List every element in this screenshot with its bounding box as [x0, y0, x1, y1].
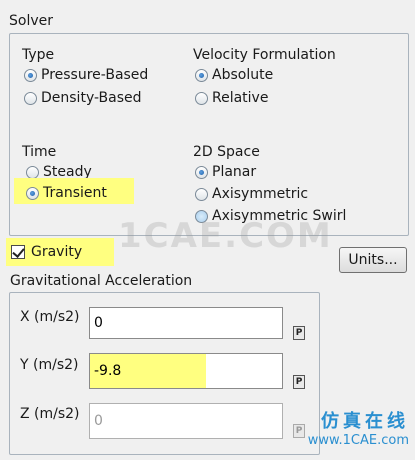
radio-selected-icon	[195, 165, 208, 179]
radio-unselected-icon	[26, 165, 39, 179]
radio-label: Axisymmetric	[212, 186, 309, 202]
radio-unselected-icon	[195, 187, 208, 201]
x-input[interactable]	[89, 307, 283, 339]
radio-pressure-based[interactable]: Pressure-Based	[24, 66, 148, 84]
units-button[interactable]: Units...	[339, 247, 407, 273]
gravitational-acceleration-title: Gravitational Acceleration	[10, 273, 193, 289]
y-parameter-button[interactable]: P	[293, 375, 305, 389]
radio-transient[interactable]: Transient	[26, 184, 107, 202]
radio-label: Pressure-Based	[41, 67, 149, 83]
type-label: Type	[22, 47, 55, 63]
z-input	[89, 403, 283, 439]
radio-unselected-icon	[195, 91, 208, 105]
radio-label: Density-Based	[41, 90, 142, 106]
radio-label: Planar	[212, 164, 257, 180]
radio-axisymmetric[interactable]: Axisymmetric	[195, 185, 308, 203]
solver-title: Solver	[9, 13, 53, 29]
z-label: Z (m/s2)	[20, 406, 80, 422]
y-input[interactable]	[89, 353, 283, 389]
z-parameter-button: P	[293, 424, 305, 438]
x-label: X (m/s2)	[20, 309, 80, 325]
radio-label: Relative	[212, 90, 269, 106]
radio-planar[interactable]: Planar	[195, 163, 256, 181]
radio-label: Absolute	[212, 67, 274, 83]
radio-relative[interactable]: Relative	[195, 89, 268, 107]
radio-selected-icon	[24, 68, 37, 82]
radio-unselected-icon	[24, 91, 37, 105]
gravity-checkbox[interactable]	[11, 245, 25, 259]
y-label: Y (m/s2)	[20, 357, 79, 373]
brand-url: www.1CAE.com	[307, 433, 409, 448]
time-label: Time	[22, 144, 57, 160]
watermark-text: 1CAE.COM	[118, 216, 333, 256]
radio-density-based[interactable]: Density-Based	[24, 89, 142, 107]
radio-selected-icon	[195, 68, 208, 82]
radio-selected-icon	[26, 186, 39, 200]
brand-chinese-text: 仿真在线	[321, 411, 409, 432]
radio-absolute[interactable]: Absolute	[195, 66, 273, 84]
velocity-formulation-label: Velocity Formulation	[193, 47, 336, 63]
2d-space-label: 2D Space	[193, 144, 260, 160]
brand-watermark: 仿真在线 www.1CAE.com	[308, 407, 409, 448]
x-parameter-button[interactable]: P	[293, 326, 305, 340]
gravity-label: Gravity	[31, 244, 83, 260]
radio-label: Transient	[43, 185, 107, 201]
